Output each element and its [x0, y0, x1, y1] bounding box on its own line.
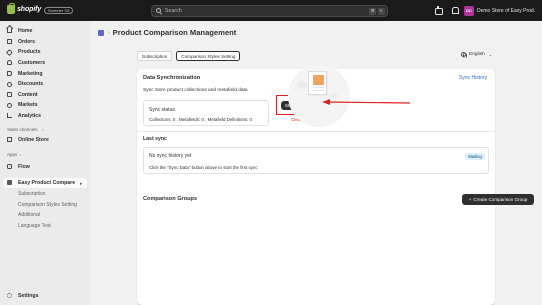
sidebar-item-label: Online Store — [18, 136, 49, 143]
store-icon — [7, 137, 12, 142]
sidebar-subitem-subscription[interactable]: Subscription — [18, 191, 46, 197]
home-icon — [7, 28, 12, 33]
sync-description: Sync store product collections and metaf… — [143, 88, 248, 93]
sidebar: Home Orders Products Customers Marketing… — [0, 21, 90, 305]
sidebar-item-label: Marketing — [18, 70, 43, 77]
sidebar-item-markets[interactable]: Markets — [7, 101, 38, 110]
shopify-logo[interactable]: shopify — [7, 3, 42, 14]
sidebar-subitem-styles[interactable]: Comparison Styles Setting — [18, 202, 77, 208]
sidebar-subitem-additional[interactable]: Additional — [18, 212, 40, 218]
orders-icon — [7, 39, 12, 44]
page-header: › Product Comparison Management — [98, 28, 236, 37]
sidebar-item-label: Easy Product Compare — [18, 179, 76, 186]
comparison-groups-title: Comparison Groups — [143, 196, 198, 202]
last-sync-title: Last sync — [143, 136, 167, 142]
sidebar-item-label: Markets — [18, 102, 38, 108]
sidebar-item-label: Flow — [18, 163, 30, 170]
shortcut-cmd-key: ⌘ — [369, 8, 376, 15]
sidebar-item-analytics[interactable]: Analytics — [7, 111, 41, 120]
sidebar-item-label: Home — [18, 27, 33, 34]
edition-badge[interactable]: Summer '25 — [44, 7, 74, 14]
sidebar-item-settings[interactable]: Settings — [7, 291, 38, 300]
sidebar-item-online-store[interactable]: Online Store — [7, 135, 49, 144]
customers-icon — [7, 60, 12, 65]
shopify-bag-icon — [7, 3, 15, 14]
data-sync-card: Data Synchronization Sync History Sync s… — [137, 69, 495, 200]
search-placeholder: Search — [165, 7, 182, 14]
sidebar-item-label: Customers — [18, 59, 46, 66]
divider — [137, 131, 495, 132]
sidebar-item-label: Products — [18, 49, 41, 55]
sales-channels-label: Sales channels — [7, 127, 38, 132]
tab-subscription[interactable]: Subscription — [137, 51, 173, 61]
sync-status-stats: Collections: 0 , Metafields: 0 , Metafie… — [149, 117, 252, 122]
plus-icon: + — [468, 197, 472, 202]
start-sync-button[interactable]: Start Sync — [281, 101, 310, 110]
products-icon — [5, 48, 14, 56]
app-icon — [98, 29, 104, 36]
sidebar-item-label: Discounts — [18, 81, 44, 87]
sidebar-item-content[interactable]: Content — [7, 90, 38, 99]
sidebar-item-label: Analytics — [18, 112, 42, 119]
store-avatar[interactable]: DC — [464, 5, 474, 16]
search-input[interactable]: Search ⌘ K — [151, 4, 388, 17]
language-value: English — [469, 52, 485, 57]
sidebar-item-easy-product-compare[interactable]: Easy Product Compare — [7, 178, 75, 187]
sidebar-item-label: Content — [18, 91, 38, 98]
create-button-label: Create Comparison Group — [473, 197, 528, 202]
apps-label: Apps — [7, 152, 18, 157]
app-icon — [7, 180, 12, 185]
content-icon — [7, 92, 12, 97]
create-comparison-group-button[interactable]: + Create Comparison Group — [462, 194, 534, 205]
clear-button[interactable]: Clear — [291, 117, 302, 122]
comparison-groups-card: Comparison Groups + Create Comparison Gro… — [137, 189, 534, 305]
page-title: Product Comparison Management — [112, 28, 237, 37]
sync-status-label: Sync status — [149, 107, 175, 113]
tab-comparison-styles[interactable]: Comparison Styles Setting — [176, 51, 241, 61]
gear-icon — [7, 293, 12, 298]
last-sync-box: No sync history yet Click the "Sync Data… — [143, 147, 489, 174]
chevron-down-icon: ⌄ — [488, 52, 493, 57]
pin-icon[interactable]: ▸ — [80, 181, 83, 187]
sidebar-item-label: Orders — [18, 38, 36, 45]
sync-status-box: Sync status Collections: 0 , Metafields:… — [143, 100, 269, 126]
bell-icon[interactable] — [450, 6, 459, 14]
marketing-icon — [7, 71, 12, 76]
shortcut-k-key: K — [377, 8, 385, 15]
analytics-icon — [7, 113, 12, 118]
sync-history-link[interactable]: Sync History — [459, 75, 487, 81]
chevron-right-icon: › — [108, 29, 110, 36]
sidebar-item-flow[interactable]: Flow — [7, 162, 30, 171]
data-sync-title: Data Synchronization — [143, 75, 201, 81]
search-icon — [156, 8, 161, 13]
status-badge: Waiting — [465, 153, 485, 160]
globe-icon — [461, 52, 467, 58]
discounts-icon — [7, 81, 12, 87]
sync-hint-text: Click the "Sync Data" button above to st… — [149, 165, 258, 170]
sidebar-item-label: Settings — [18, 292, 39, 299]
language-selector[interactable]: English ⌄ — [461, 52, 493, 58]
sidebar-item-marketing[interactable]: Marketing — [7, 69, 43, 78]
sidebar-subitem-language-test[interactable]: Language Test — [18, 223, 51, 229]
sidekick-icon[interactable] — [434, 6, 443, 15]
markets-icon — [7, 102, 12, 108]
top-bar: shopify Summer '25 Search ⌘ K DC Demo St… — [0, 0, 542, 21]
tab-bar: Subscription Comparison Styles Setting — [137, 51, 241, 61]
sidebar-item-customers[interactable]: Customers — [7, 58, 45, 67]
sidebar-item-discounts[interactable]: Discounts — [7, 80, 43, 89]
sidebar-item-products[interactable]: Products — [5, 48, 41, 57]
store-name[interactable]: Demo Store of Easy Prod... — [477, 8, 535, 14]
chevron-right-icon[interactable]: › — [20, 152, 21, 157]
logo-text: shopify — [17, 6, 42, 13]
sidebar-item-home[interactable]: Home — [7, 26, 32, 35]
flow-icon — [7, 164, 12, 169]
no-history-text: No sync history yet — [149, 153, 192, 159]
main-content: › Product Comparison Management Subscrip… — [90, 21, 542, 305]
sidebar-item-orders[interactable]: Orders — [7, 37, 35, 46]
chevron-right-icon[interactable]: › — [42, 127, 43, 132]
